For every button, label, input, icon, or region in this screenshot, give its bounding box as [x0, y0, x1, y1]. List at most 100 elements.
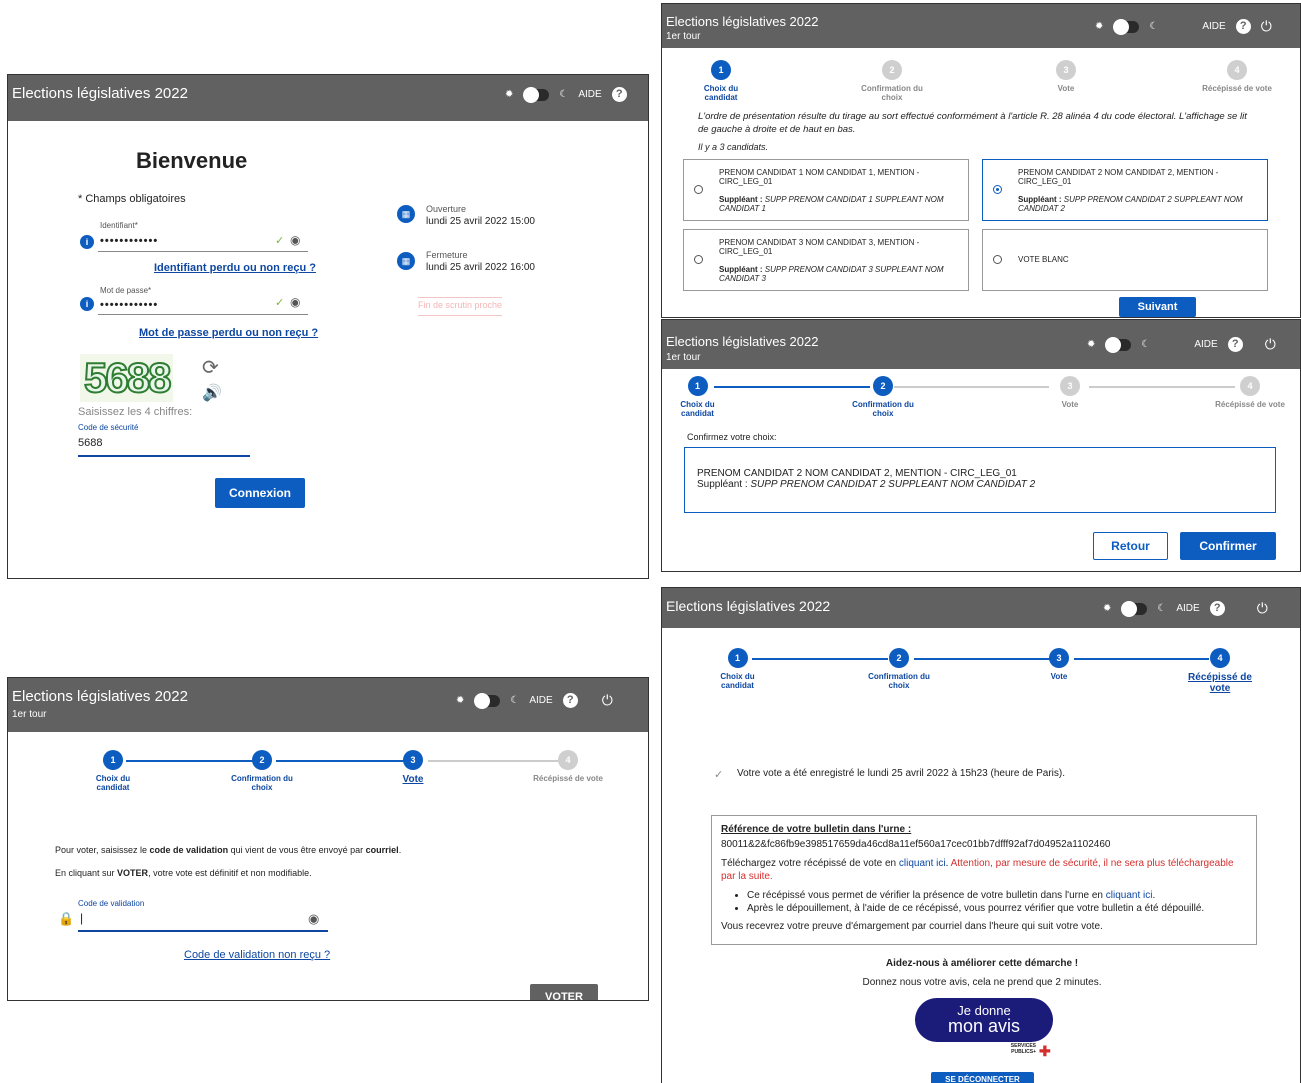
security-label: Code de sécurité [78, 423, 139, 432]
receipt-panel: Elections législatives 2022 ✹ ☾ AIDE ? ⏻… [661, 587, 1301, 1083]
next-button[interactable]: Suivant [1119, 297, 1196, 317]
theme-toggle[interactable] [1121, 600, 1148, 617]
sun-icon[interactable]: ✹ [1087, 339, 1095, 350]
power-icon[interactable]: ⏻ [602, 692, 613, 709]
candidate-card-2[interactable]: PRENOM CANDIDAT 2 NOM CANDIDAT 2, MENTIO… [982, 159, 1268, 221]
step-4: 4 Récépissé de vote [1185, 648, 1255, 694]
candidate-card-1[interactable]: PRENOM CANDIDAT 1 NOM CANDIDAT 1, MENTIO… [683, 159, 969, 221]
download-link[interactable]: cliquant ici [899, 858, 946, 869]
candidate-name: PRENOM CANDIDAT 1 NOM CANDIDAT 1, MENTIO… [719, 168, 920, 186]
power-icon[interactable]: ⏻ [1257, 600, 1268, 617]
receipt-header: Elections législatives 2022 ✹ ☾ AIDE ? ⏻ [662, 588, 1300, 628]
required-note: * Champs obligatoires [78, 193, 186, 205]
help-label[interactable]: AIDE [1194, 339, 1217, 350]
bullet-count: Après le dépouillement, à l'aide de ce r… [747, 902, 1247, 915]
logout-button[interactable]: SE DÉCONNECTER [931, 1072, 1034, 1083]
id-lost-link[interactable]: Identifiant perdu ou non reçu ? [154, 262, 316, 274]
blank-vote-card[interactable]: VOTE BLANC [982, 229, 1268, 291]
bullet-verify: Ce récépissé vous permet de vérifier la … [747, 889, 1247, 902]
round-label: 1er tour [12, 709, 47, 720]
candidate-count: Il y a 3 candidats. [698, 142, 769, 152]
login-button[interactable]: Connexion [215, 478, 305, 508]
help-icon[interactable]: ? [1227, 337, 1243, 352]
moon-icon[interactable]: ☾ [1141, 339, 1150, 350]
pw-label: Mot de passe* [100, 286, 152, 295]
check-icon: ✓ [275, 297, 285, 309]
pw-lost-link[interactable]: Mot de passe perdu ou non reçu ? [139, 327, 318, 339]
help-label[interactable]: AIDE [1176, 603, 1199, 614]
step-1: 1 Choix du candidat [692, 60, 750, 102]
eye-icon[interactable]: ◉ [290, 233, 300, 247]
sun-icon[interactable]: ✹ [1095, 21, 1103, 32]
help-title: Aidez-nous à améliorer cette démarche ! [885, 958, 1079, 969]
moon-icon[interactable]: ☾ [510, 695, 519, 706]
code-not-received-link[interactable]: Code de validation non reçu ? [184, 949, 330, 961]
header-controls: ✹ ☾ AIDE ? ⏻ [456, 692, 613, 709]
theme-toggle[interactable] [1113, 18, 1140, 35]
welcome-title: Bienvenue [136, 148, 248, 173]
radio-button[interactable] [694, 185, 703, 194]
audio-icon[interactable]: 🔊 [202, 383, 222, 403]
choice-header: Elections législatives 2022 1er tour ✹ ☾… [662, 4, 1300, 48]
refresh-icon[interactable]: ⟳ [202, 355, 219, 380]
help-label[interactable]: AIDE [529, 695, 552, 706]
info-icon: i [80, 297, 94, 311]
sun-icon[interactable]: ✹ [505, 89, 513, 100]
code-input[interactable]: | [80, 911, 83, 925]
power-icon[interactable]: ⏻ [1261, 18, 1272, 35]
captcha-image: 5688 [80, 353, 174, 402]
order-note: L'ordre de présentation résulte du tirag… [698, 111, 1247, 135]
security-underline [78, 455, 250, 457]
moon-icon[interactable]: ☾ [1149, 21, 1158, 32]
code-label: Code de validation [78, 899, 145, 908]
help-label[interactable]: AIDE [578, 89, 601, 100]
candidate-substitute: Suppléant : SUPP PRENOM CANDIDAT 3 SUPPL… [719, 265, 944, 283]
step-1: 1 Choix du candidat [675, 376, 720, 418]
power-icon[interactable]: ⏻ [1265, 336, 1276, 353]
radio-button-selected[interactable] [993, 185, 1002, 194]
back-button[interactable]: Retour [1093, 532, 1168, 560]
id-underline [98, 251, 308, 252]
help-icon[interactable]: ? [1209, 601, 1225, 616]
calendar-icon: ▦ [397, 205, 415, 223]
check-icon: ✓ [275, 235, 285, 247]
id-input[interactable]: •••••••••••• [100, 235, 158, 247]
sun-icon[interactable]: ✹ [1103, 603, 1111, 614]
radio-button[interactable] [694, 255, 703, 264]
calendar-icon: ▦ [397, 252, 415, 270]
pw-input[interactable]: •••••••••••• [100, 299, 158, 311]
theme-toggle[interactable] [523, 86, 550, 103]
proof-text: Vous recevrez votre preuve d'émargement … [721, 921, 1103, 932]
header-controls: ✹ ☾ AIDE ? ⏻ [1087, 336, 1276, 353]
step-3: 3 Vote [1034, 648, 1084, 681]
radio-button[interactable] [993, 255, 1002, 264]
sun-icon[interactable]: ✹ [456, 695, 464, 706]
confirm-header: Elections législatives 2022 1er tour ✹ ☾… [662, 320, 1300, 369]
candidate-card-3[interactable]: PRENOM CANDIDAT 3 NOM CANDIDAT 3, MENTIO… [683, 229, 969, 291]
step-1: 1 Choix du candidat [715, 648, 760, 690]
feedback-badge[interactable]: Je donne mon avis [915, 998, 1053, 1042]
help-icon[interactable]: ? [611, 87, 627, 102]
moon-icon[interactable]: ☾ [1157, 603, 1166, 614]
login-panel: Elections législatives 2022 ✹ ☾ AIDE ? B… [7, 74, 649, 579]
step-2: 2 Confirmation du choix [852, 60, 932, 102]
moon-icon[interactable]: ☾ [559, 89, 568, 100]
theme-toggle[interactable] [474, 692, 501, 709]
vote-button[interactable]: VOTER [530, 984, 598, 1000]
candidate-name: PRENOM CANDIDAT 3 NOM CANDIDAT 3, MENTIO… [719, 238, 920, 256]
help-label[interactable]: AIDE [1202, 21, 1225, 32]
app-title: Elections législatives 2022 [666, 598, 831, 614]
security-input[interactable]: 5688 [78, 437, 102, 449]
vote-panel: Elections législatives 2022 1er tour ✹ ☾… [7, 677, 649, 1001]
info-icon: i [80, 235, 94, 249]
eye-icon[interactable]: ◉ [290, 295, 300, 309]
confirm-button[interactable]: Confirmer [1180, 532, 1276, 560]
verify-link[interactable]: cliquant ici [1106, 890, 1153, 901]
vote-instruction-1: Pour voter, saisissez le code de validat… [55, 845, 402, 855]
eye-icon[interactable]: ◉ [308, 911, 319, 927]
app-title: Elections législatives 2022 [666, 334, 819, 349]
help-icon[interactable]: ? [1235, 19, 1251, 34]
step-3: 3 Vote [388, 750, 438, 785]
help-icon[interactable]: ? [562, 693, 578, 708]
theme-toggle[interactable] [1105, 336, 1132, 353]
